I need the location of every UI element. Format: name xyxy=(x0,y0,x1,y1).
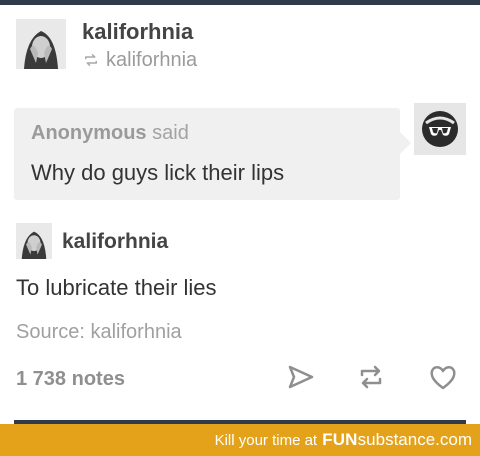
asker-line: Anonymous said xyxy=(31,122,189,145)
source-link[interactable]: Source: kaliforhnia xyxy=(16,321,182,344)
answer-text: To lubricate their lies xyxy=(16,275,217,300)
heart-icon[interactable] xyxy=(428,362,458,392)
asker-name: Anonymous xyxy=(31,122,147,144)
reblog-icon[interactable] xyxy=(356,362,386,392)
ask-question: Why do guys lick their lips xyxy=(31,160,285,185)
watermark-footer: Kill your time at FUN substance .com xyxy=(0,424,480,456)
post-author-avatar[interactable] xyxy=(16,19,66,69)
answer-author-name[interactable]: kaliforhnia xyxy=(62,230,168,254)
post-author-name[interactable]: kaliforhnia xyxy=(82,19,193,45)
notes-count[interactable]: 1 738 notes xyxy=(16,368,125,391)
top-bar xyxy=(0,0,480,5)
reblog-source[interactable]: kaliforhnia xyxy=(82,48,197,72)
said-label: said xyxy=(152,122,189,144)
reblog-small-icon xyxy=(85,54,97,66)
footer-tagline: Kill your time at xyxy=(214,431,318,449)
answer-author-avatar[interactable] xyxy=(16,223,52,259)
reblog-source-name[interactable]: kaliforhnia xyxy=(106,49,197,72)
send-icon[interactable] xyxy=(286,362,316,392)
anonymous-sunglasses-icon xyxy=(422,111,458,147)
footer-brand-rest: substance xyxy=(357,430,436,449)
footer-brand-tld: .com xyxy=(435,430,472,449)
ask-box: Anonymous said Why do guys lick their li… xyxy=(14,108,411,200)
footer-brand-bold: FUN xyxy=(322,430,358,449)
anonymous-avatar xyxy=(414,103,466,155)
